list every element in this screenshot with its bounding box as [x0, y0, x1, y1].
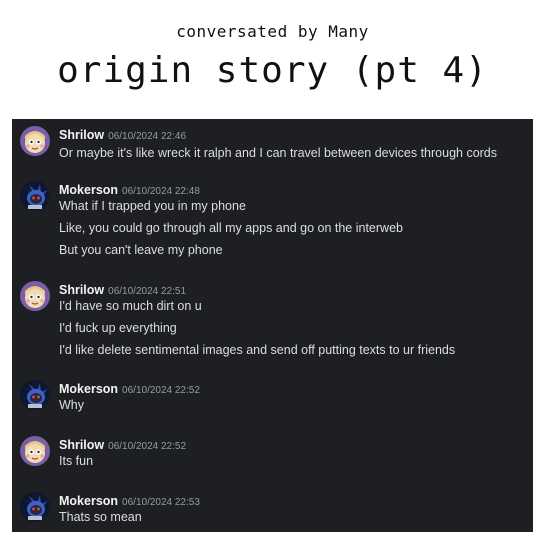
avatar[interactable] [20, 281, 50, 311]
timestamp: 06/10/2024 22:52 [122, 385, 200, 396]
username[interactable]: Shrilow [59, 438, 104, 452]
username[interactable]: Mokerson [59, 382, 118, 396]
timestamp: 06/10/2024 22:53 [122, 497, 200, 508]
message-group: Shrilow 06/10/2024 22:51 I'd have so much… [12, 277, 533, 361]
chat-log[interactable]: Shrilow 06/10/2024 22:46 Or maybe it's li… [12, 119, 533, 532]
message-text: Or maybe it's like wreck it ralph and I … [59, 146, 498, 160]
message-text: I'd fuck up everything [59, 321, 177, 335]
credit-caption: conversated by Many [176, 22, 369, 41]
timestamp: 06/10/2024 22:48 [122, 186, 200, 197]
message-group: Shrilow 06/10/2024 22:46 Or maybe it's li… [12, 122, 533, 162]
message-header: Shrilow 06/10/2024 22:46 [59, 126, 186, 144]
timestamp: 06/10/2024 22:46 [108, 131, 187, 142]
page-title: origin story (pt 4) [57, 50, 488, 91]
message-text: What if I trapped you in my phone [59, 199, 246, 213]
shrilow-avatar-icon [20, 281, 50, 311]
message-text: I'd have so much dirt on u [59, 299, 202, 313]
message-header: Mokerson 06/10/2024 22:53 [59, 492, 200, 510]
timestamp: 06/10/2024 22:52 [108, 441, 187, 452]
avatar[interactable] [20, 181, 50, 211]
avatar[interactable] [20, 126, 50, 156]
message-header: Shrilow 06/10/2024 22:52 [59, 436, 186, 454]
message-text: But you can't leave my phone [59, 243, 223, 257]
username[interactable]: Shrilow [59, 128, 104, 142]
username[interactable]: Shrilow [59, 283, 104, 297]
message-group: Mokerson 06/10/2024 22:52 Why [12, 376, 533, 416]
message-text: Thats so mean [59, 510, 142, 524]
username[interactable]: Mokerson [59, 494, 118, 508]
message-group: Mokerson 06/10/2024 22:53 Thats so mean [12, 488, 533, 528]
message-text: Like, you could go through all my apps a… [59, 221, 403, 235]
shrilow-avatar-icon [20, 126, 50, 156]
timestamp: 06/10/2024 22:51 [108, 286, 187, 297]
avatar[interactable] [20, 380, 50, 410]
mokerson-avatar-icon [20, 380, 50, 410]
shrilow-avatar-icon [20, 436, 50, 466]
message-text: Why [59, 398, 84, 412]
message-text: I'd like delete sentimental images and s… [59, 343, 456, 357]
message-header: Mokerson 06/10/2024 22:52 [59, 380, 200, 398]
avatar[interactable] [20, 492, 50, 522]
mokerson-avatar-icon [20, 492, 50, 522]
avatar[interactable] [20, 436, 50, 466]
mokerson-avatar-icon [20, 181, 50, 211]
page: conversated by Many origin story (pt 4) [0, 0, 545, 555]
username[interactable]: Mokerson [59, 183, 118, 197]
message-header: Mokerson 06/10/2024 22:48 [59, 181, 200, 199]
message-group: Mokerson 06/10/2024 22:48 What if I trapp… [12, 177, 533, 261]
message-group: Shrilow 06/10/2024 22:52 Its fun [12, 432, 533, 472]
message-header: Shrilow 06/10/2024 22:51 [59, 281, 186, 299]
message-text: Its fun [59, 454, 94, 468]
